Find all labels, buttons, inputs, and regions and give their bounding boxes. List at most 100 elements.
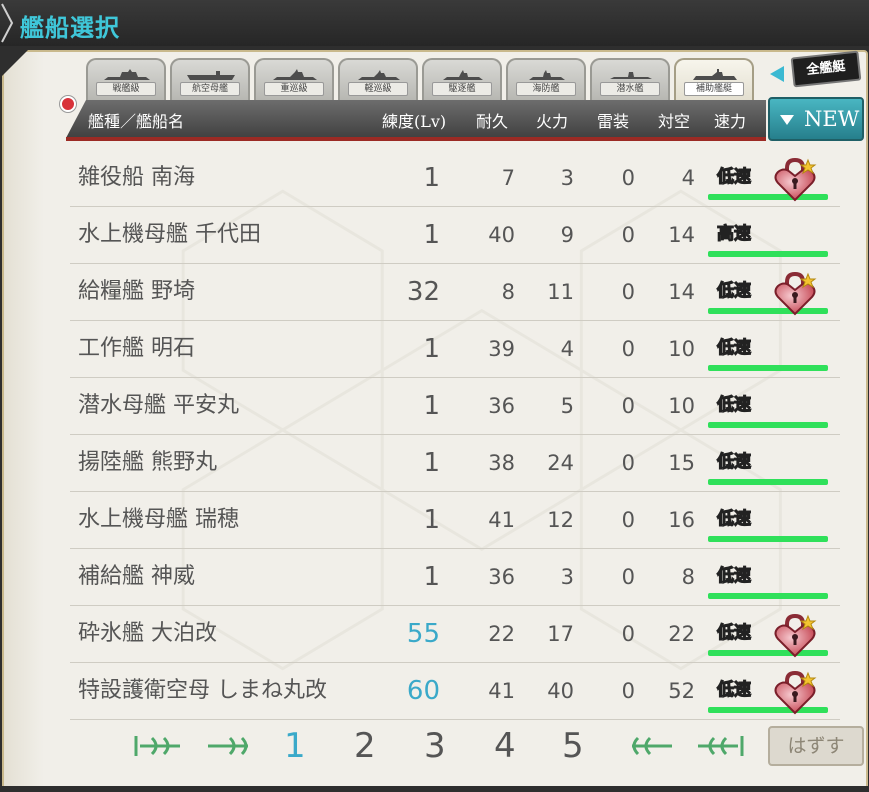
ship-speed: 低速 [716, 565, 751, 586]
ship-aa: 8 [681, 565, 695, 589]
last-page-icon[interactable] [692, 732, 748, 760]
ship-firepower: 24 [547, 451, 574, 475]
ship-row[interactable]: 特設護衛空母 しまね丸改 60 41 40 0 52 低速 [70, 663, 840, 720]
ship-speed: 低速 [716, 280, 751, 301]
submarine-silhouette-icon [610, 72, 652, 79]
tab-label: 航空母艦 [180, 82, 240, 96]
ship-name: 砕氷艦 大泊改 [78, 621, 217, 646]
header-aa: 対空 [658, 112, 691, 131]
panel-corner-cut [2, 50, 28, 76]
ship-firepower: 12 [547, 508, 574, 532]
ship-level: 1 [423, 562, 440, 592]
title-chevron-icon [1, 3, 14, 43]
page-5[interactable]: 5 [562, 722, 584, 770]
ship-torpedo: 0 [621, 565, 635, 589]
tab-label: 潜水艦 [600, 82, 660, 96]
ship-speed: 低速 [716, 394, 751, 415]
ship-speed: 低速 [716, 679, 751, 700]
ship-firepower: 4 [560, 337, 574, 361]
page-4[interactable]: 4 [494, 722, 516, 770]
ship-speed: 高速 [716, 223, 751, 244]
remove-button[interactable]: はずす [768, 726, 864, 766]
dropdown-triangle-icon [780, 115, 794, 125]
ship-firepower: 3 [560, 565, 574, 589]
ship-firepower: 3 [560, 166, 574, 190]
tab-light-cruiser[interactable]: 軽巡級 [338, 58, 418, 100]
page-title: 艦船選択 [20, 13, 120, 42]
page-3[interactable]: 3 [424, 722, 446, 770]
remove-button-label: はずす [787, 735, 845, 757]
first-page-icon[interactable] [130, 732, 186, 760]
ship-row[interactable]: 砕氷艦 大泊改 55 22 17 0 22 低速 [70, 606, 840, 663]
ship-level: 32 [406, 277, 440, 307]
ship-name: 給糧艦 野埼 [78, 279, 195, 304]
ship-aa: 14 [668, 223, 695, 247]
table-header: 艦種／艦船名 練度(Lv) 耐久 火力 雷装 対空 速力 [66, 100, 766, 138]
prev-page-icon[interactable] [202, 732, 258, 760]
ship-hp: 7 [501, 166, 515, 190]
ship-row[interactable]: 給糧艦 野埼 32 8 11 0 14 低速 [70, 264, 840, 321]
tab-label: 重巡級 [264, 82, 324, 96]
page-2[interactable]: 2 [354, 722, 376, 770]
ship-name: 特設護衛空母 しまね丸改 [78, 678, 327, 703]
header-speed: 速力 [714, 112, 747, 131]
ship-name: 潜水母艦 平安丸 [78, 393, 239, 418]
ship-speed: 低速 [716, 622, 751, 643]
ship-level: 55 [406, 619, 440, 649]
carrier-silhouette-icon [187, 71, 235, 80]
sort-new-button[interactable]: NEW [768, 97, 864, 141]
ship-aa: 16 [668, 508, 695, 532]
page-1[interactable]: 1 [284, 722, 306, 770]
ship-aa: 22 [668, 622, 695, 646]
ship-torpedo: 0 [621, 451, 635, 475]
destroyer-silhouette-icon [443, 70, 483, 80]
tab-battleship[interactable]: 戦艦級 [86, 58, 166, 100]
ship-row[interactable]: 雑役船 南海 1 7 3 0 4 低速 [70, 150, 840, 207]
speed-bar [708, 365, 828, 371]
ship-row[interactable]: 揚陸艦 熊野丸 1 38 24 0 15 低速 [70, 435, 840, 492]
header-torpedo: 雷装 [597, 112, 630, 131]
ship-torpedo: 0 [621, 280, 635, 304]
ship-level: 60 [406, 676, 440, 706]
tab-label: 戦艦級 [96, 82, 156, 96]
ship-aa: 52 [668, 679, 695, 703]
ship-torpedo: 0 [621, 223, 635, 247]
header-underline [66, 137, 766, 141]
ship-speed: 低速 [716, 451, 751, 472]
sort-new-label: NEW [804, 107, 860, 131]
speed-bar [708, 536, 828, 542]
ship-hp: 36 [488, 394, 515, 418]
tab-carrier[interactable]: 航空母艦 [170, 58, 250, 100]
ship-row[interactable]: 工作艦 明石 1 39 4 0 10 低速 [70, 321, 840, 378]
ship-level: 1 [423, 448, 440, 478]
ship-torpedo: 0 [621, 679, 635, 703]
tab-heavy-cruiser[interactable]: 重巡級 [254, 58, 334, 100]
ship-level: 1 [423, 334, 440, 364]
ship-row[interactable]: 水上機母艦 千代田 1 40 9 0 14 高速 [70, 207, 840, 264]
tab-auxiliary[interactable]: 補助艦艇 [674, 58, 754, 100]
pagination: 1 2 3 4 5 [130, 722, 770, 770]
all-ships-arrow-icon [770, 66, 784, 82]
tab-submarine[interactable]: 潜水艦 [590, 58, 670, 100]
tab-escort[interactable]: 海防艦 [506, 58, 586, 100]
ship-name: 工作艦 明石 [78, 336, 195, 361]
ship-row[interactable]: 潜水母艦 平安丸 1 36 5 0 10 低速 [70, 378, 840, 435]
ship-row[interactable]: 水上機母艦 瑞穂 1 41 12 0 16 低速 [70, 492, 840, 549]
ship-row[interactable]: 補給艦 神威 1 36 3 0 8 低速 [70, 549, 840, 606]
ship-torpedo: 0 [621, 166, 635, 190]
panel-left-decoration [4, 52, 44, 788]
speed-bar [708, 422, 828, 428]
ship-level: 1 [423, 505, 440, 535]
ship-firepower: 5 [560, 394, 574, 418]
tab-label: 補助艦艇 [684, 82, 744, 96]
ship-firepower: 40 [547, 679, 574, 703]
speed-bar [708, 251, 828, 257]
ship-hp: 41 [488, 508, 515, 532]
heavy-cruiser-silhouette-icon [273, 69, 317, 80]
tab-destroyer[interactable]: 駆逐艦 [422, 58, 502, 100]
ship-hp: 38 [488, 451, 515, 475]
next-page-icon[interactable] [622, 732, 678, 760]
tab-label: 駆逐艦 [432, 82, 492, 96]
ship-name: 水上機母艦 瑞穂 [78, 507, 239, 532]
title-bar: 艦船選択 [0, 0, 869, 46]
